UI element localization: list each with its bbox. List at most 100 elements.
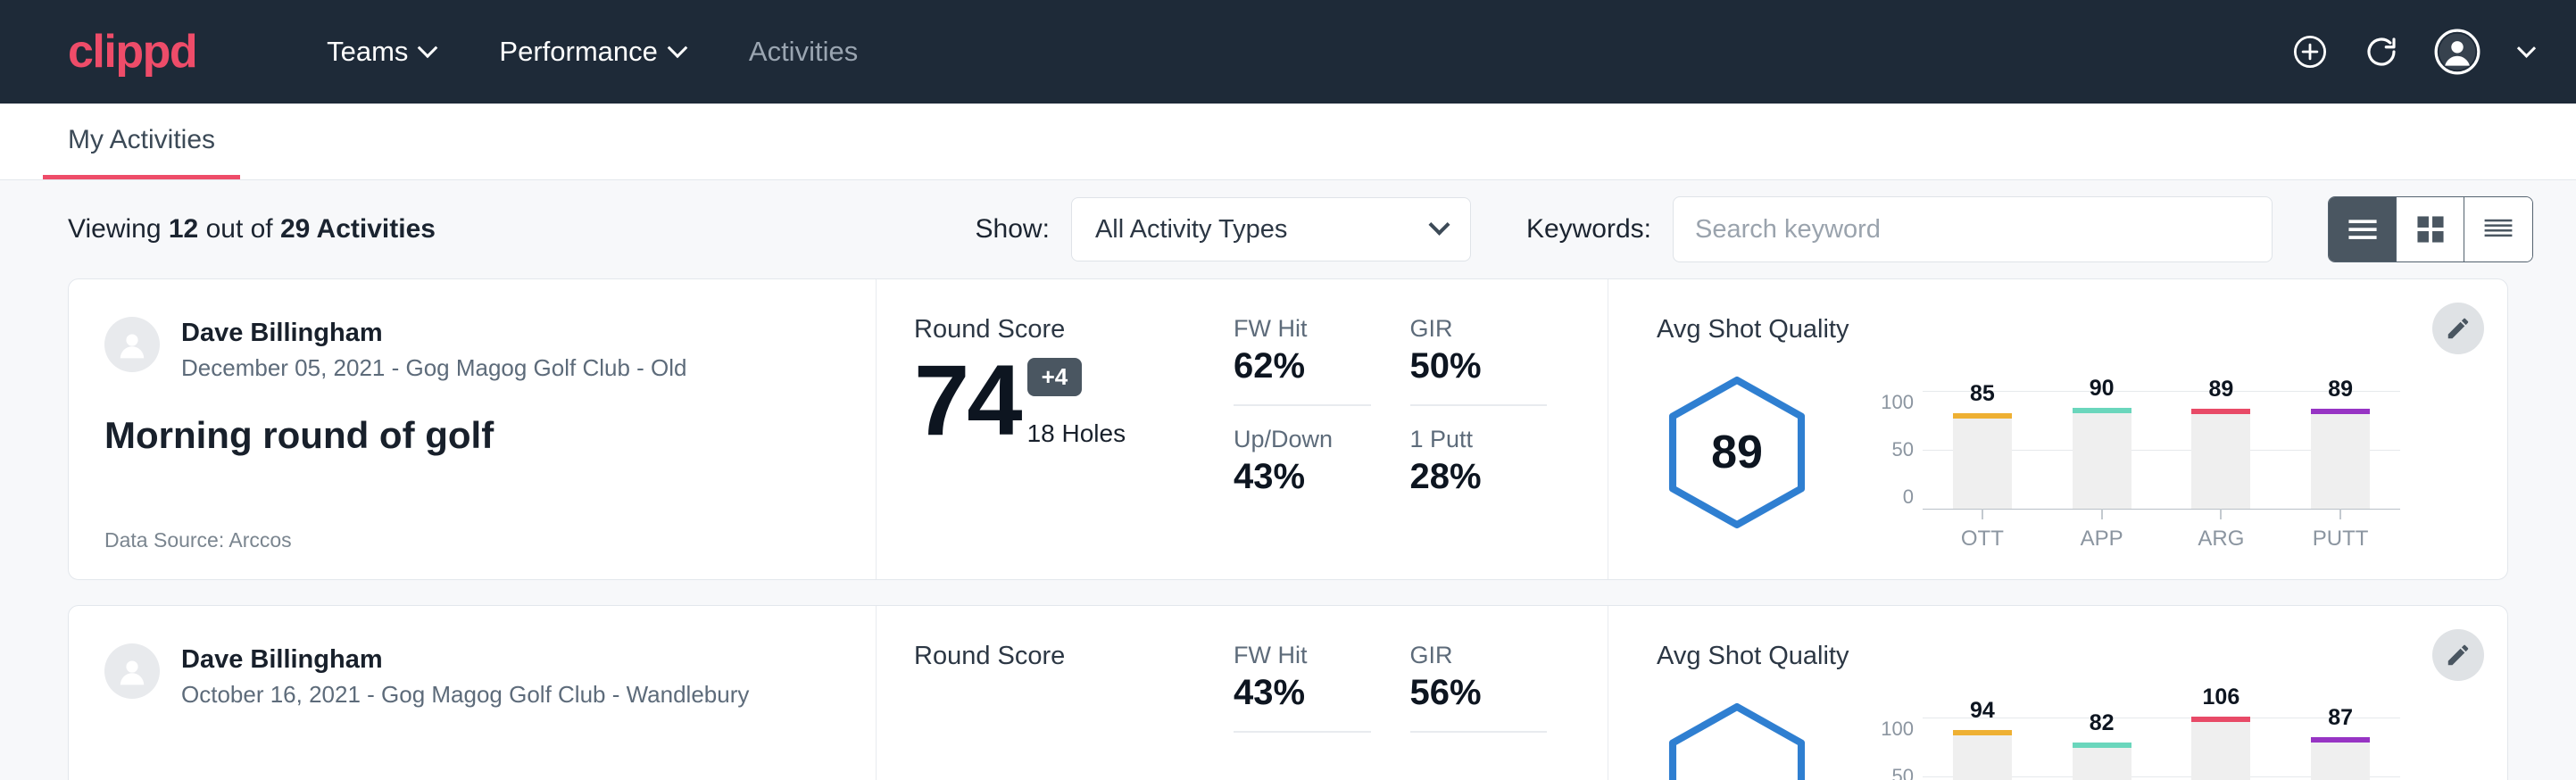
y-tick: 100 xyxy=(1871,391,1914,414)
shot-quality-hexagon: 89 xyxy=(1657,372,1817,533)
round-score-block: Round Score xyxy=(877,606,1234,780)
edit-activity-button[interactable] xyxy=(2432,303,2484,354)
bar-app: 90 xyxy=(2073,412,2131,509)
bar-ott: 85 xyxy=(1953,418,2012,509)
nav-item-label: Activities xyxy=(749,36,858,68)
keywords-label: Keywords: xyxy=(1526,214,1651,245)
list-view-button[interactable] xyxy=(2329,197,2397,261)
filter-controls: Show: All Activity Types Keywords: xyxy=(976,196,2533,262)
round-score-row: 74 +4 18 Holes xyxy=(914,353,1234,448)
viewing-prefix: Viewing xyxy=(68,214,169,244)
activity-type-select[interactable]: All Activity Types xyxy=(1071,197,1471,261)
avg-shot-quality-label: Avg Shot Quality xyxy=(1657,315,2400,344)
y-tick: 50 xyxy=(1871,438,1914,461)
stat-fw-hit: FW Hit 43% xyxy=(1234,642,1396,733)
y-tick: 100 xyxy=(1871,718,1914,741)
nav-item-teams[interactable]: Teams xyxy=(295,27,467,77)
activity-card[interactable]: Dave Billingham December 05, 2021 - Gog … xyxy=(68,278,2508,580)
activity-title: Morning round of golf xyxy=(104,414,840,457)
tab-strip: My Activities xyxy=(0,104,2576,180)
clippd-logo[interactable]: clippd xyxy=(68,29,196,75)
holes-played: 18 Holes xyxy=(1027,419,1126,448)
bar-value: 90 xyxy=(2073,376,2131,402)
shot-quality-bar-chart: 100 50 0 85 90 89 xyxy=(1871,368,2400,537)
stat-value: 43% xyxy=(1234,457,1396,515)
round-stats-grid: FW Hit 43% GIR 56% xyxy=(1234,606,1608,780)
bar-value: 82 xyxy=(2073,710,2131,736)
stat-one-putt: 1 Putt 28% xyxy=(1410,426,1573,515)
navbar-actions xyxy=(2291,29,2533,75)
top-navbar: clippd Teams Performance Activities xyxy=(0,0,2576,104)
nav-item-performance[interactable]: Performance xyxy=(467,27,716,77)
stat-label: GIR xyxy=(1410,315,1573,343)
bar-value: 106 xyxy=(2191,685,2250,710)
search-input[interactable] xyxy=(1673,196,2273,262)
bar-putt: 87 xyxy=(2311,742,2370,780)
bar-ott: 94 xyxy=(1953,734,2012,780)
shot-quality-value: 89 xyxy=(1657,372,1817,533)
shot-quality-bar-chart: 100 50 0 94 82 106 xyxy=(1871,694,2400,780)
x-tick-label: OTT xyxy=(1961,527,2004,552)
stat-label: FW Hit xyxy=(1234,315,1396,343)
bar-value: 89 xyxy=(2311,377,2370,402)
author-text: Dave Billingham October 16, 2021 - Gog M… xyxy=(181,643,749,709)
chart-y-axis: 100 50 0 xyxy=(1871,391,1923,509)
plus-circle-icon[interactable] xyxy=(2291,33,2329,71)
chart-bars: 85 90 89 89 xyxy=(1923,391,2400,509)
score-to-par-badge: +4 xyxy=(1027,358,1083,396)
primary-nav: Teams Performance Activities xyxy=(295,27,890,77)
author-name: Dave Billingham xyxy=(181,643,749,676)
stat-value: 43% xyxy=(1234,673,1371,733)
avg-shot-quality-block: Avg Shot Quality 89 100 50 0 xyxy=(1608,279,2507,579)
show-label: Show: xyxy=(976,214,1050,245)
bar-column: 82 xyxy=(2073,718,2131,780)
chart-y-axis: 100 50 0 xyxy=(1871,718,1923,780)
stat-value: 28% xyxy=(1410,457,1573,515)
avg-shot-quality-body: 100 50 0 94 82 106 xyxy=(1657,678,2400,780)
nav-item-label: Teams xyxy=(327,36,408,68)
activity-author: Dave Billingham October 16, 2021 - Gog M… xyxy=(104,643,840,709)
bar-column: 89 xyxy=(2311,391,2370,509)
viewing-middle: out of xyxy=(198,214,280,244)
stat-value: 62% xyxy=(1234,346,1371,406)
grid-view-button[interactable] xyxy=(2397,197,2464,261)
shot-quality-hexagon xyxy=(1657,699,1817,780)
bar-value: 87 xyxy=(2311,705,2370,731)
stat-value: 50% xyxy=(1410,346,1548,406)
edit-activity-button[interactable] xyxy=(2432,629,2484,681)
viewing-count: 12 xyxy=(169,214,198,244)
avatar xyxy=(104,643,160,699)
chevron-down-icon xyxy=(418,37,438,58)
chevron-down-icon[interactable] xyxy=(2517,38,2536,57)
tab-my-activities[interactable]: My Activities xyxy=(43,125,240,179)
data-source-label: Data Source: Arccos xyxy=(104,528,840,552)
stat-fw-hit: FW Hit 62% xyxy=(1234,315,1396,406)
bar-column: 90 xyxy=(2073,391,2131,509)
bar-arg: 89 xyxy=(2191,413,2250,509)
bar-app: 82 xyxy=(2073,747,2131,780)
account-avatar-icon[interactable] xyxy=(2434,29,2480,75)
stat-label: FW Hit xyxy=(1234,642,1396,669)
stat-gir: GIR 56% xyxy=(1410,642,1573,733)
stat-up-down: Up/Down 43% xyxy=(1234,426,1396,515)
bar-putt: 89 xyxy=(2311,413,2370,509)
round-score-block: Round Score 74 +4 18 Holes xyxy=(877,279,1234,579)
bar-column: 89 xyxy=(2191,391,2250,509)
activity-summary: Dave Billingham October 16, 2021 - Gog M… xyxy=(69,606,877,780)
activity-summary: Dave Billingham December 05, 2021 - Gog … xyxy=(69,279,877,579)
nav-item-activities[interactable]: Activities xyxy=(717,27,890,77)
author-text: Dave Billingham December 05, 2021 - Gog … xyxy=(181,317,687,382)
refresh-icon[interactable] xyxy=(2363,33,2400,71)
stat-value: 56% xyxy=(1410,673,1548,733)
activity-type-selected-value: All Activity Types xyxy=(1095,215,1287,245)
round-score-value: 74 xyxy=(914,353,1020,448)
bar-column: 94 xyxy=(1953,718,2012,780)
x-tick-label: ARG xyxy=(2198,527,2244,552)
bar-arg: 106 xyxy=(2191,721,2250,780)
activity-card[interactable]: Dave Billingham October 16, 2021 - Gog M… xyxy=(68,605,2508,780)
chevron-down-icon xyxy=(668,37,688,58)
compact-view-button[interactable] xyxy=(2464,197,2532,261)
x-tick-label: PUTT xyxy=(2313,527,2369,552)
filter-bar: Viewing 12 out of 29 Activities Show: Al… xyxy=(0,180,2576,278)
stat-gir: GIR 50% xyxy=(1410,315,1573,406)
